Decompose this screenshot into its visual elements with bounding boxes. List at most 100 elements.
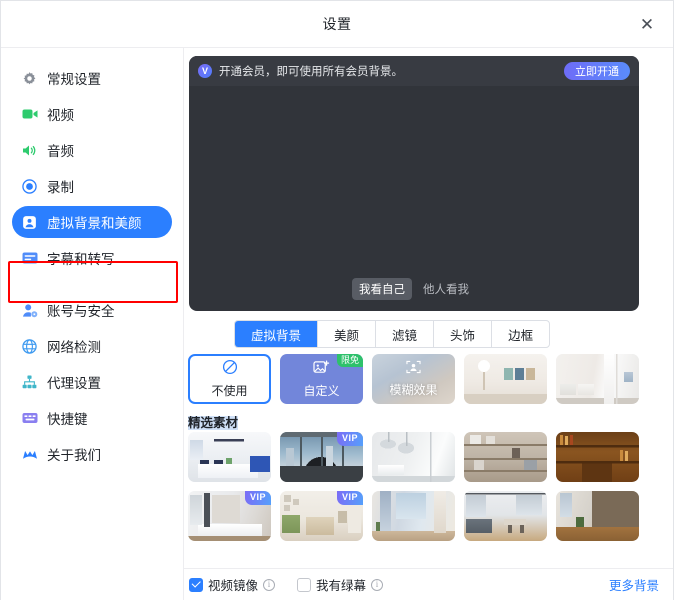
background-option-none[interactable]: 不使用 [188,354,271,404]
tab-beauty[interactable]: 美颜 [318,321,377,347]
activate-membership-button[interactable]: 立即开通 [564,62,630,80]
effects-tab-bar: 虚拟背景 美颜 滤镜 头饰 边框 [234,320,551,348]
sidebar-item-proxy[interactable]: 代理设置 [12,366,172,398]
background-thumb-meeting-room-blue-sofa[interactable] [188,432,271,482]
vip-badge: VIP [244,491,271,505]
background-thumb-classic-wood-library[interactable] [556,432,639,482]
sidebar-item-video[interactable]: 视频 [12,98,172,130]
featured-row: VIP [188,432,658,482]
tab-headwear[interactable]: 头饰 [434,321,493,347]
sidebar-item-network-test[interactable]: 网络检测 [12,330,172,362]
tab-virtual-background[interactable]: 虚拟背景 [235,321,319,347]
vip-badge: VIP [336,432,363,446]
featured-row: VIP VIP [188,491,658,541]
tab-filter[interactable]: 滤镜 [376,321,435,347]
background-thumb-bedroom-white-curtain[interactable] [556,354,639,404]
main-panel: V 开通会员，即可使用所有会员背景。 立即开通 我看自己 他人看我 虚拟背景 美… [184,48,673,600]
background-thumb-curtain-window-plant[interactable] [372,491,455,541]
sitemap-icon [21,374,38,391]
background-thumb-wooden-shelf-study[interactable] [464,432,547,482]
thumb-art-detail [464,491,547,541]
sidebar-item-label: 快捷键 [47,412,88,427]
view-option-others[interactable]: 他人看我 [416,278,476,300]
checkbox-box[interactable] [189,577,203,592]
sidebar-item-label: 视频 [47,108,74,123]
view-option-self[interactable]: 我看自己 [352,278,412,300]
settings-window: 设置 ✕ 常规设置 视频 音频 录制 虚拟背景和美颜 字幕和转写 账号与安全 网… [0,0,674,600]
more-backgrounds-link[interactable]: 更多背景 [609,575,659,594]
sidebar-item-label: 关于我们 [47,448,101,463]
green-screen-checkbox[interactable]: 我有绿幕 i [297,575,384,594]
sidebar-item-recording[interactable]: 录制 [12,170,172,202]
background-option-blur-label: 模糊效果 [389,383,438,397]
thumb-art-detail [556,491,639,541]
window-body: 常规设置 视频 音频 录制 虚拟背景和美颜 字幕和转写 账号与安全 网络检测 代… [1,48,673,600]
sidebar-item-label: 录制 [47,180,74,195]
info-icon[interactable]: i [263,578,276,591]
background-option-custom-label: 自定义 [303,383,340,398]
sidebar-item-label: 常规设置 [47,72,101,87]
limited-free-badge: 限免 [336,354,363,368]
background-thumb-loft-lounge-dining[interactable] [464,491,547,541]
subtitle-icon [21,250,38,267]
person-card-icon [21,214,38,231]
vip-crown-icon: V [198,64,212,78]
video-camera-icon [21,106,38,123]
background-option-custom[interactable]: 自定义 限免 [280,354,363,404]
sidebar-item-label: 虚拟背景和美颜 [47,216,142,231]
sidebar-item-label: 网络检测 [47,340,101,355]
title-bar: 设置 ✕ [1,1,673,48]
sidebar-item-label: 账号与安全 [47,304,115,319]
speaker-icon [21,142,38,159]
sidebar-item-general[interactable]: 常规设置 [12,62,172,94]
thumb-art-detail [188,432,271,482]
sidebar-item-label: 字幕和转写 [47,252,115,267]
sidebar-item-subtitles[interactable]: 字幕和转写 [12,242,172,274]
vip-badge: VIP [336,491,363,505]
thumb-art-detail [556,354,639,404]
video-mirror-checkbox[interactable]: 视频镜像 i [189,575,276,594]
video-preview: V 开通会员，即可使用所有会员背景。 立即开通 我看自己 他人看我 [189,56,639,311]
close-icon[interactable]: ✕ [633,10,661,38]
background-thumb-living-room-art-wall[interactable] [464,354,547,404]
featured-title-text: 精选素材 [188,416,239,430]
checkbox-box[interactable] [297,577,312,592]
thumb-art-detail [464,354,547,404]
quick-options-row: 不使用 自定义 限免 模糊效果 [188,354,658,404]
sidebar-item-audio[interactable]: 音频 [12,134,172,166]
sidebar-item-virtual-background[interactable]: 虚拟背景和美颜 [12,206,172,238]
background-option-none-label: 不使用 [211,384,248,398]
sidebar-item-about[interactable]: 关于我们 [12,438,172,470]
info-icon[interactable]: i [371,578,384,591]
thumb-art-detail [464,432,547,482]
thumb-art-detail [556,432,639,482]
keyboard-icon [21,410,38,427]
brand-icon [21,446,38,463]
window-title: 设置 [322,16,352,32]
background-option-blur[interactable]: 模糊效果 [372,354,455,404]
green-screen-label: 我有绿幕 [316,579,367,593]
membership-banner: V 开通会员，即可使用所有会员背景。 立即开通 [189,56,639,86]
featured-section-title: 精选素材 [188,412,239,431]
thumb-art-detail [372,491,455,541]
background-thumb-office-city-window-chair[interactable]: VIP [280,432,363,482]
background-thumb-white-studio-pendant-lamps[interactable] [372,432,455,482]
background-thumb-green-sofa-living-room[interactable]: VIP [280,491,363,541]
background-thumb-cafe-counter-bookshelf[interactable] [556,491,639,541]
image-plus-icon [313,359,330,380]
gear-icon [21,70,38,87]
person-lock-icon [21,302,38,319]
background-thumb-modern-white-meeting-table[interactable]: VIP [188,491,271,541]
thumb-art-detail [372,432,455,482]
record-circle-icon [21,178,38,195]
globe-icon [21,338,38,355]
video-mirror-label: 视频镜像 [208,579,259,593]
featured-grid: VIP VIP VIP [188,432,658,550]
sidebar-item-label: 代理设置 [47,376,101,391]
sidebar-item-shortcuts[interactable]: 快捷键 [12,402,172,434]
sidebar-item-account-security[interactable]: 账号与安全 [12,294,172,326]
tab-border[interactable]: 边框 [492,321,549,347]
bottom-options-bar: 视频镜像 i 我有绿幕 i 更多背景 [184,568,673,600]
sidebar: 常规设置 视频 音频 录制 虚拟背景和美颜 字幕和转写 账号与安全 网络检测 代… [1,48,184,600]
